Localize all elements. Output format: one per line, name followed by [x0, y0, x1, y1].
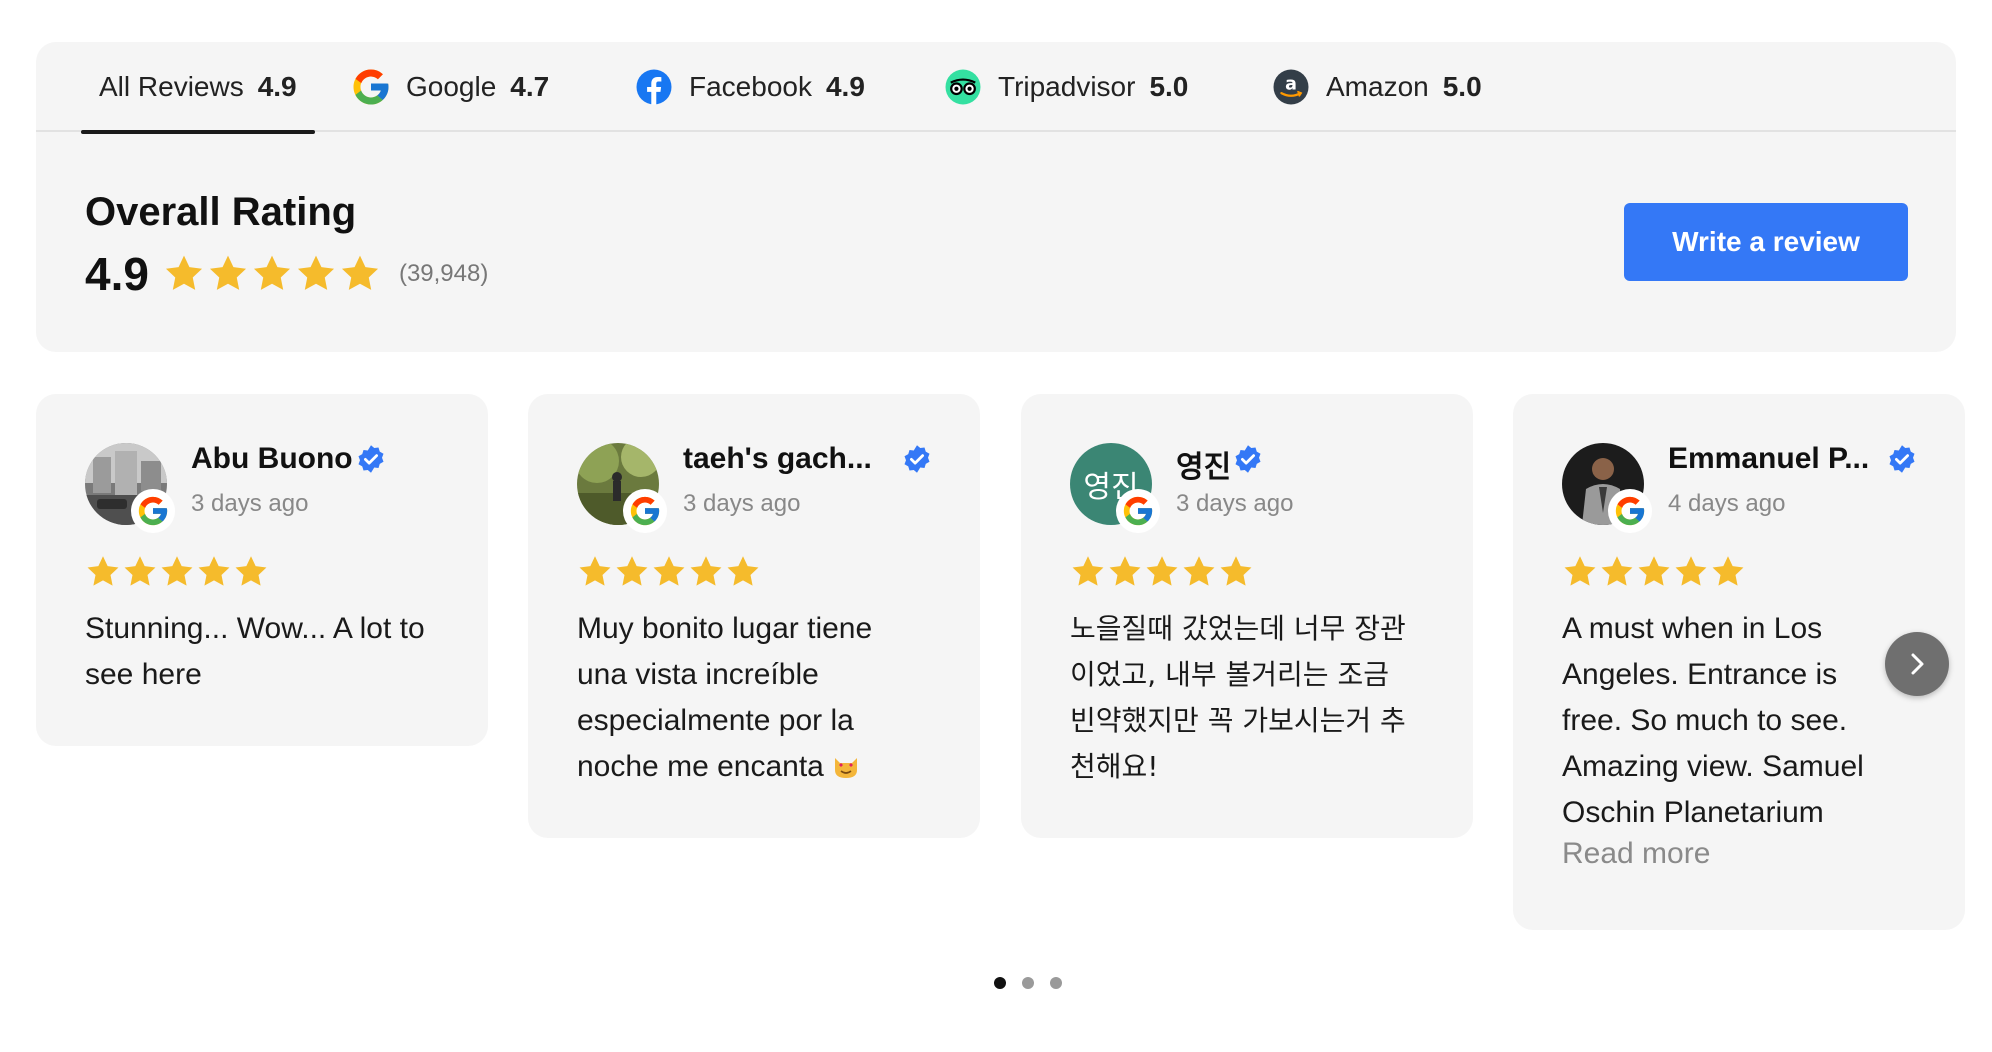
review-stars: [577, 554, 761, 590]
star-icon: [1220, 556, 1252, 586]
svg-text:a: a: [1285, 75, 1297, 95]
star-icon: [198, 556, 230, 586]
star-icon: [616, 556, 648, 586]
read-more-link[interactable]: Read more: [1562, 837, 1710, 871]
star-icon: [161, 556, 193, 586]
tab-label: Amazon: [1326, 71, 1429, 102]
star-icon: [87, 556, 119, 586]
tab-score: 4.7: [510, 71, 550, 102]
reviewer-name[interactable]: taeh's gach...: [683, 442, 872, 476]
review-card: taeh's gach... 3 days ago Muy bonito lug…: [528, 394, 980, 838]
review-date: 4 days ago: [1668, 490, 1786, 517]
amazon-icon: a: [1270, 66, 1312, 108]
review-card: Abu Buono 3 days ago Stunning... Wow... …: [36, 394, 488, 746]
star-icon: [727, 556, 759, 586]
reviews-widget: All Reviews 4.9 Google 4.7 Facebook 4.9: [0, 0, 1992, 1052]
tab-label: Tripadvisor: [998, 71, 1136, 102]
verified-badge-icon: [1233, 444, 1263, 474]
write-review-button[interactable]: Write a review: [1624, 203, 1908, 281]
tab-facebook[interactable]: Facebook 4.9: [633, 42, 865, 132]
tab-all-reviews[interactable]: All Reviews 4.9: [81, 42, 315, 134]
tab-score: 5.0: [1149, 71, 1189, 102]
star-icon: [1146, 556, 1178, 586]
star-icon: [1638, 556, 1670, 586]
tab-amazon[interactable]: a Amazon 5.0: [1270, 42, 1482, 132]
star-icon: [341, 255, 378, 290]
tab-score: 4.9: [257, 71, 297, 102]
star-icon: [653, 556, 685, 586]
reviewer-avatar: [577, 443, 667, 533]
google-icon: [623, 489, 667, 533]
reviewer-name[interactable]: 영진: [1176, 442, 1231, 486]
reviewer-avatar: [1562, 443, 1652, 533]
star-icon: [1109, 556, 1141, 586]
star-icon: [253, 255, 290, 290]
google-icon: [131, 489, 175, 533]
review-count: (39,948): [398, 260, 489, 287]
heart-eyes-cat-icon: [834, 758, 857, 778]
review-date: 3 days ago: [683, 490, 801, 517]
review-stars: [1070, 554, 1254, 590]
carousel-pagination: [994, 977, 1062, 989]
reviewer-name[interactable]: Abu Buono: [191, 442, 353, 476]
verified-badge-icon: [902, 444, 932, 474]
review-stars: [1562, 554, 1746, 590]
review-stars: [85, 554, 269, 590]
star-icon: [1675, 556, 1707, 586]
verified-badge-icon: [356, 444, 386, 474]
tab-score: 5.0: [1442, 71, 1482, 102]
review-date: 3 days ago: [1176, 490, 1294, 517]
review-text: A must when in Los Angeles. Entrance is …: [1562, 612, 1864, 829]
verified-badge-icon: [1887, 444, 1917, 474]
star-icon: [209, 255, 246, 290]
star-icon: [297, 255, 334, 290]
tab-label: All Reviews: [99, 71, 244, 102]
tab-label: Google: [406, 71, 497, 102]
chevron-right-icon: [1911, 653, 1924, 675]
star-icon: [579, 556, 611, 586]
overall-score: 4.9: [85, 248, 149, 300]
page-dot[interactable]: [994, 977, 1006, 989]
page-dot[interactable]: [1022, 977, 1034, 989]
star-icon: [690, 556, 722, 586]
summary-panel: All Reviews 4.9 Google 4.7 Facebook 4.9: [36, 42, 1956, 352]
overall-rating-title: Overall Rating: [85, 190, 357, 234]
google-icon: [350, 66, 392, 108]
review-text-body: Muy bonito lugar tiene una vista increíb…: [577, 612, 873, 783]
star-icon: [165, 255, 202, 290]
next-arrow-button[interactable]: [1885, 632, 1949, 696]
review-text: 노을질때 갔었는데 너무 장관이었고, 내부 볼거리는 조금 빈약했지만 꼭 가…: [1070, 612, 1406, 783]
google-icon: [1116, 489, 1160, 533]
star-icon: [1183, 556, 1215, 586]
star-icon: [1072, 556, 1104, 586]
overall-stars: [163, 253, 381, 295]
review-date: 3 days ago: [191, 490, 309, 517]
tab-tripadvisor[interactable]: Tripadvisor 5.0: [942, 42, 1188, 132]
star-icon: [124, 556, 156, 586]
tab-label: Facebook: [689, 71, 812, 102]
star-icon: [235, 556, 267, 586]
tab-google[interactable]: Google 4.7: [350, 42, 549, 132]
star-icon: [1564, 556, 1596, 586]
star-icon: [1712, 556, 1744, 586]
source-tabs: All Reviews 4.9 Google 4.7 Facebook 4.9: [36, 42, 1956, 134]
reviewer-avatar: [85, 443, 175, 533]
star-icon: [1601, 556, 1633, 586]
facebook-icon: [633, 66, 675, 108]
overall-rating-row: 4.9 (39,948): [85, 247, 488, 301]
review-card: 영진 영진 3 days ago 노을질때 갔었는데 너무 장관이었고, 내부 …: [1021, 394, 1473, 838]
tab-score: 4.9: [825, 71, 865, 102]
reviewer-avatar: 영진: [1070, 443, 1160, 533]
google-icon: [1608, 489, 1652, 533]
review-text: Muy bonito lugar tiene una vista increíb…: [577, 606, 927, 790]
page-dot[interactable]: [1050, 977, 1062, 989]
review-text: Stunning... Wow... A lot to see here: [85, 612, 425, 691]
tripadvisor-icon: [942, 66, 984, 108]
reviewer-name[interactable]: Emmanuel P...: [1668, 442, 1869, 476]
